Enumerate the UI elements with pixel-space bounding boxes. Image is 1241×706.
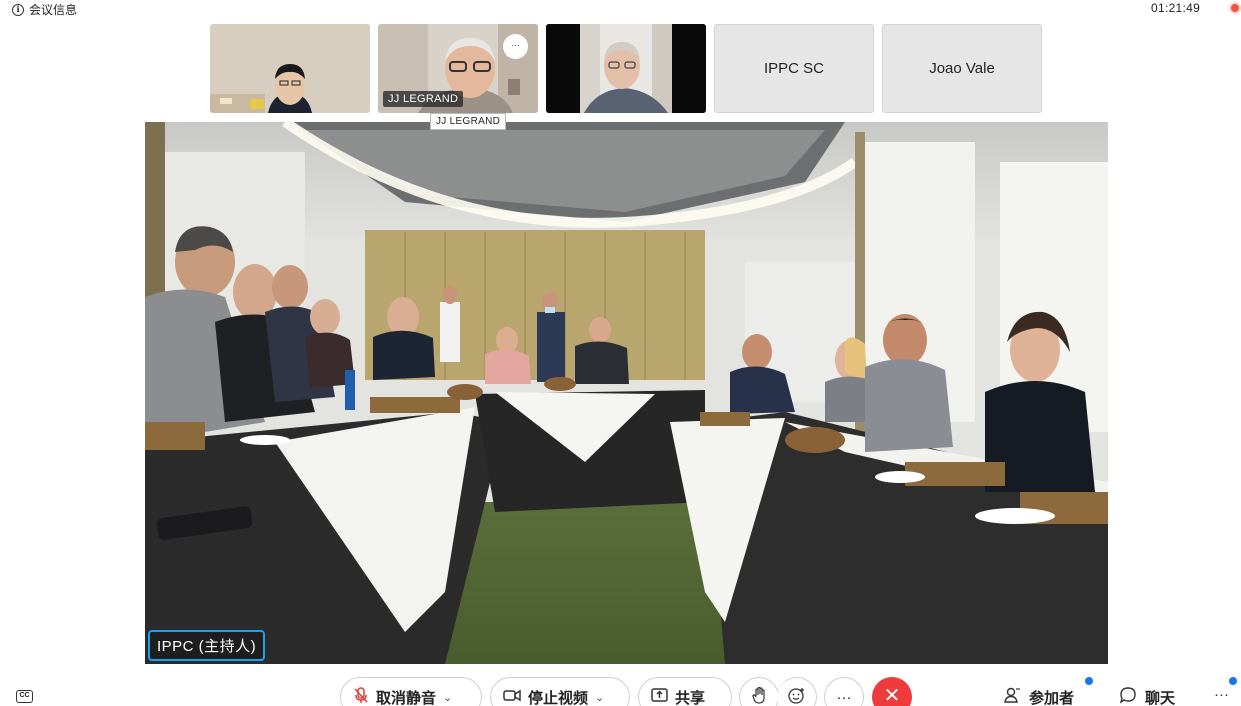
participant-more-button[interactable]: ··· xyxy=(503,34,528,59)
hand-icon xyxy=(751,686,767,706)
end-meeting-button[interactable]: ✕ xyxy=(872,677,912,706)
reaction-button[interactable] xyxy=(777,677,817,706)
chevron-down-icon[interactable]: ⌄ xyxy=(595,691,604,704)
participants-button[interactable]: 参加者 xyxy=(1003,686,1074,706)
meeting-timer: 01:21:49 xyxy=(1151,1,1201,15)
share-screen-icon xyxy=(651,688,668,706)
recording-icon[interactable] xyxy=(1229,2,1241,14)
overflow-notification-dot xyxy=(1229,677,1237,685)
smile-plus-icon xyxy=(788,687,805,706)
participants-notification-dot xyxy=(1085,677,1093,685)
info-icon: i xyxy=(12,3,24,16)
participant-video-3 xyxy=(546,24,706,113)
video-camera-icon xyxy=(503,689,521,706)
participant-video-1 xyxy=(210,24,370,113)
meeting-info-label: 会议信息 xyxy=(29,3,78,17)
closed-caption-icon[interactable]: CC xyxy=(16,690,33,703)
share-button[interactable]: 共享 xyxy=(638,677,732,706)
more-options-button[interactable]: ··· xyxy=(824,677,864,706)
name-tooltip: JJ LEGRAND xyxy=(430,113,507,130)
stop-video-label: 停止视频 xyxy=(528,689,589,706)
participant-name: Joao Vale xyxy=(929,60,995,77)
person-icon xyxy=(1003,686,1021,706)
participant-tile-3[interactable] xyxy=(546,24,706,113)
chat-label: 聊天 xyxy=(1145,689,1176,706)
stop-video-button[interactable]: 停止视频 ⌄ xyxy=(490,677,630,706)
conference-room-video xyxy=(145,122,1108,664)
host-name-tag: IPPC (主持人) xyxy=(148,630,266,661)
participant-tile-4[interactable]: IPPC SC xyxy=(714,24,874,113)
top-bar: i 会议信息 01:21:49 xyxy=(0,0,1241,18)
overflow-menu-button[interactable]: ··· xyxy=(1214,686,1229,703)
participant-tile-1[interactable] xyxy=(210,24,370,113)
participant-name: IPPC SC xyxy=(763,60,824,77)
chevron-down-icon[interactable]: ⌄ xyxy=(443,691,452,704)
close-icon: ✕ xyxy=(883,685,901,706)
participants-label: 参加者 xyxy=(1029,689,1075,706)
participant-name-tag: JJ LEGRAND xyxy=(383,91,464,107)
participant-tile-5[interactable]: Joao Vale xyxy=(882,24,1042,113)
unmute-button[interactable]: 取消静音 ⌄ xyxy=(340,677,482,706)
mic-off-icon xyxy=(353,686,369,706)
chat-button[interactable]: 聊天 xyxy=(1119,686,1175,706)
meeting-info-button[interactable]: i 会议信息 xyxy=(12,1,77,18)
chat-bubble-icon xyxy=(1119,686,1137,706)
share-label: 共享 xyxy=(675,689,706,706)
raise-hand-button[interactable] xyxy=(739,677,779,706)
participant-tile-2[interactable]: ··· JJ LEGRAND xyxy=(378,24,538,113)
main-video[interactable]: IPPC (主持人) xyxy=(145,122,1108,664)
unmute-label: 取消静音 xyxy=(376,689,437,706)
